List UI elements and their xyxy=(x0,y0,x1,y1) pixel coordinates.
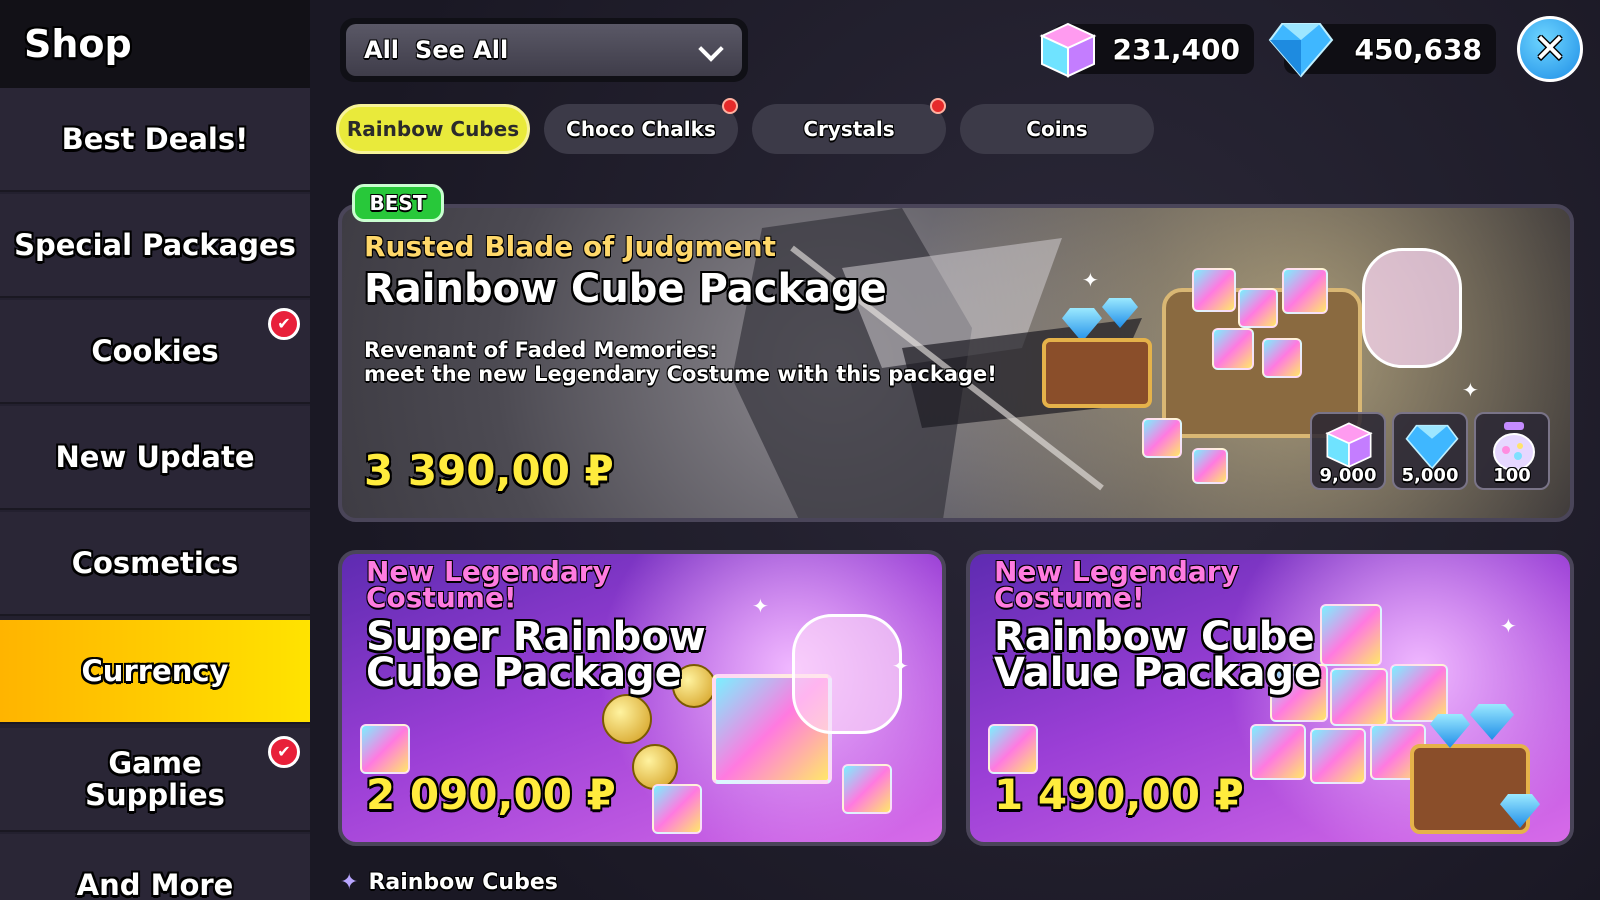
filter-dropdown-inner: All See All xyxy=(346,24,742,76)
sidebar-item-cookies[interactable]: Cookies ✔ xyxy=(0,300,310,404)
sidebar-header: Shop xyxy=(0,0,310,88)
sidebar-item-label: Cookies xyxy=(91,334,219,368)
rainbow-cube-icon xyxy=(1325,422,1373,468)
sparkle-icon: ✦ xyxy=(340,870,359,895)
sidebar-item-label: And More xyxy=(76,868,234,900)
shop-main: All See All 231,400 450,638 ✕ Rainbow Cu… xyxy=(310,0,1600,900)
featured-title: Rainbow Cube Package xyxy=(364,266,887,312)
card-title-line2: Value Package xyxy=(994,650,1322,696)
rainbow-cube-amount: 231,400 xyxy=(1112,32,1240,66)
sidebar: Shop Best Deals! Special Packages Cookie… xyxy=(0,0,310,900)
close-button[interactable]: ✕ xyxy=(1517,16,1583,82)
tab-choco-chalks[interactable]: Choco Chalks xyxy=(544,98,738,154)
notification-dot-icon xyxy=(930,98,946,114)
featured-package-card[interactable]: ✦ ✦ Rusted Blade of Judgment Rainbow Cub… xyxy=(338,204,1574,522)
sidebar-item-label: Cosmetics xyxy=(71,546,239,580)
tab-rainbow-cubes[interactable]: Rainbow Cubes xyxy=(336,104,530,154)
notification-check-icon: ✔ xyxy=(268,308,300,340)
card-price: 1 490,00 ₽ xyxy=(994,770,1244,819)
sidebar-item-label: Game Supplies xyxy=(85,746,225,812)
tab-coins[interactable]: Coins xyxy=(960,104,1154,154)
sidebar-item-label: Special Packages xyxy=(14,228,296,262)
reward-rainbow-cube: 9,000 xyxy=(1310,412,1386,490)
tab-label: Crystals xyxy=(803,117,895,141)
tab-crystals[interactable]: Crystals xyxy=(752,98,946,154)
reward-crystal: 5,000 xyxy=(1392,412,1468,490)
sidebar-item-cosmetics[interactable]: Cosmetics xyxy=(0,512,310,616)
sidebar-item-label: Currency xyxy=(81,654,229,688)
card-subtitle-line2: Costume! xyxy=(366,581,517,614)
super-rainbow-cube-package-card[interactable]: ✦ ✦ New Legendary Costume! Super Rainbow… xyxy=(338,550,946,846)
filter-all-label: All xyxy=(364,36,400,64)
featured-subtitle: Rusted Blade of Judgment xyxy=(364,230,777,263)
notification-check-icon: ✔ xyxy=(268,736,300,768)
card-subtitle-line2: Costume! xyxy=(994,581,1145,614)
sidebar-item-special-packages[interactable]: Special Packages xyxy=(0,194,310,298)
crystal-icon xyxy=(1405,424,1459,470)
sidebar-item-currency[interactable]: Currency xyxy=(0,620,310,724)
best-badge: BEST xyxy=(352,184,444,222)
tab-label: Coins xyxy=(1026,117,1088,141)
featured-price: 3 390,00 ₽ xyxy=(364,446,614,495)
reward-value: 100 xyxy=(1493,465,1531,486)
featured-desc-line2: meet the new Legendary Costume with this… xyxy=(364,362,997,386)
close-icon: ✕ xyxy=(1533,26,1567,72)
notification-dot-icon xyxy=(722,98,738,114)
section-header: ✦ Rainbow Cubes xyxy=(340,870,558,895)
reward-value: 9,000 xyxy=(1319,465,1377,486)
sidebar-item-best-deals[interactable]: Best Deals! xyxy=(0,88,310,192)
filter-dropdown[interactable]: All See All xyxy=(340,18,748,82)
sidebar-item-game-supplies[interactable]: Game Supplies ✔ xyxy=(0,728,310,832)
reward-value: 5,000 xyxy=(1401,465,1459,486)
sidebar-item-new-update[interactable]: New Update xyxy=(0,406,310,510)
card-title-line2: Cube Package xyxy=(366,650,682,696)
rainbow-cube-icon xyxy=(1038,20,1098,84)
featured-desc-line1: Revenant of Faded Memories: xyxy=(364,338,718,362)
section-title: Rainbow Cubes xyxy=(368,870,558,895)
rainbow-cube-value-package-card[interactable]: ✦ New Legendary Costume! Rainbow Cube Va… xyxy=(966,550,1574,846)
tab-label: Choco Chalks xyxy=(566,117,716,141)
tab-label: Rainbow Cubes xyxy=(346,117,520,141)
filter-value: See All xyxy=(415,36,509,64)
card-price: 2 090,00 ₽ xyxy=(366,770,616,819)
crystal-amount: 450,638 xyxy=(1354,32,1482,66)
crystal-icon xyxy=(1268,22,1334,82)
sidebar-item-and-more[interactable]: And More xyxy=(0,834,310,900)
sidebar-item-label: New Update xyxy=(55,440,255,474)
sidebar-item-label: Best Deals! xyxy=(61,122,249,156)
shop-title: Shop xyxy=(24,22,132,66)
reward-jar: 100 xyxy=(1474,412,1550,490)
